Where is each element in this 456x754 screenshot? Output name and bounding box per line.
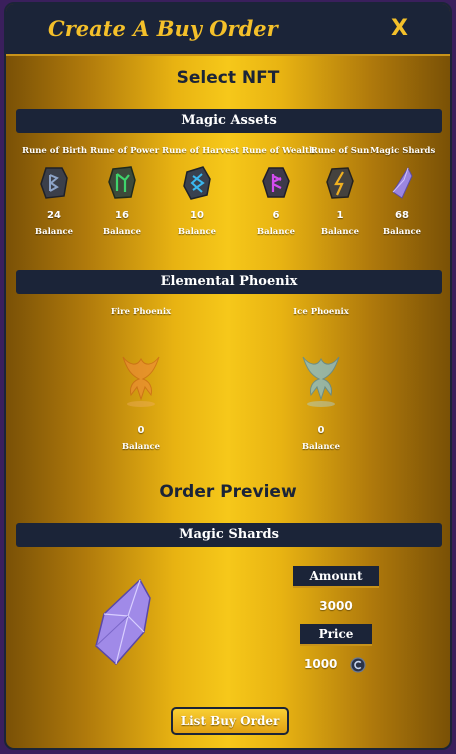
asset-label: Fire Phoenix (110, 307, 172, 317)
price-value[interactable]: 1000 (304, 657, 337, 671)
asset-label: Rune of Sun (310, 146, 370, 156)
price-label: Price (300, 624, 372, 646)
rune-of-harvest-icon (183, 166, 211, 200)
asset-count: 0 (317, 425, 325, 436)
asset-balance-label: Balance (102, 227, 142, 237)
asset-balance-label: Balance (177, 227, 217, 237)
asset-rune-of-power[interactable]: Rune of Power 16 Balance (90, 146, 160, 237)
asset-count: 68 (395, 210, 409, 221)
amount-value[interactable]: 3000 (293, 599, 379, 613)
close-button[interactable]: X (391, 16, 408, 41)
asset-label: Rune of Birth (22, 146, 88, 156)
amount-label: Amount (293, 566, 379, 588)
select-nft-heading: Select NFT (176, 68, 280, 88)
magic-shard-preview-icon (95, 578, 151, 666)
preview-item-header: Magic Shards (16, 523, 442, 547)
title-bar: Create A Buy Order X (6, 4, 450, 56)
asset-label: Rune of Wealth (242, 146, 316, 156)
magic-assets-header: Magic Assets (16, 109, 442, 133)
asset-fire-phoenix[interactable]: Fire Phoenix 0 Balance (101, 307, 181, 452)
magic-shard-icon (392, 166, 413, 199)
asset-count: 16 (115, 210, 129, 221)
asset-label: Rune of Harvest (162, 146, 240, 156)
rune-of-power-icon (108, 166, 136, 199)
asset-magic-shards[interactable]: Magic Shards 68 Balance (370, 146, 436, 237)
asset-rune-of-harvest[interactable]: Rune of Harvest 10 Balance (162, 146, 240, 237)
asset-label: Ice Phoenix (293, 307, 349, 317)
asset-count: 10 (190, 210, 204, 221)
coin-icon (350, 657, 366, 673)
asset-rune-of-birth[interactable]: Rune of Birth 24 Balance (22, 146, 88, 237)
buy-order-dialog: Create A Buy Order X Select NFT Magic As… (4, 2, 452, 750)
asset-rune-of-sun[interactable]: Rune of Sun 1 Balance (310, 146, 370, 237)
order-preview-heading: Order Preview (159, 482, 297, 502)
elemental-phoenix-header: Elemental Phoenix (16, 270, 442, 294)
asset-count: 0 (137, 425, 145, 436)
rune-of-birth-icon (40, 167, 68, 199)
asset-count: 6 (272, 210, 280, 221)
asset-balance-label: Balance (34, 227, 74, 237)
asset-balance-label: Balance (382, 227, 422, 237)
dialog-title: Create A Buy Order (48, 16, 278, 41)
rune-of-wealth-icon (262, 167, 290, 198)
rune-of-sun-icon (326, 167, 354, 199)
fire-phoenix-icon (122, 356, 160, 407)
asset-balance-label: Balance (256, 227, 296, 237)
asset-count: 24 (47, 210, 61, 221)
list-buy-order-button[interactable]: List Buy Order (171, 707, 289, 735)
asset-balance-label: Balance (301, 442, 341, 452)
asset-ice-phoenix[interactable]: Ice Phoenix 0 Balance (281, 307, 361, 452)
ice-phoenix-icon (302, 356, 340, 407)
asset-balance-label: Balance (320, 227, 360, 237)
asset-rune-of-wealth[interactable]: Rune of Wealth 6 Balance (242, 146, 316, 237)
asset-count: 1 (336, 210, 344, 221)
asset-label: Rune of Power (90, 146, 160, 156)
asset-label: Magic Shards (370, 146, 436, 156)
asset-balance-label: Balance (121, 442, 161, 452)
